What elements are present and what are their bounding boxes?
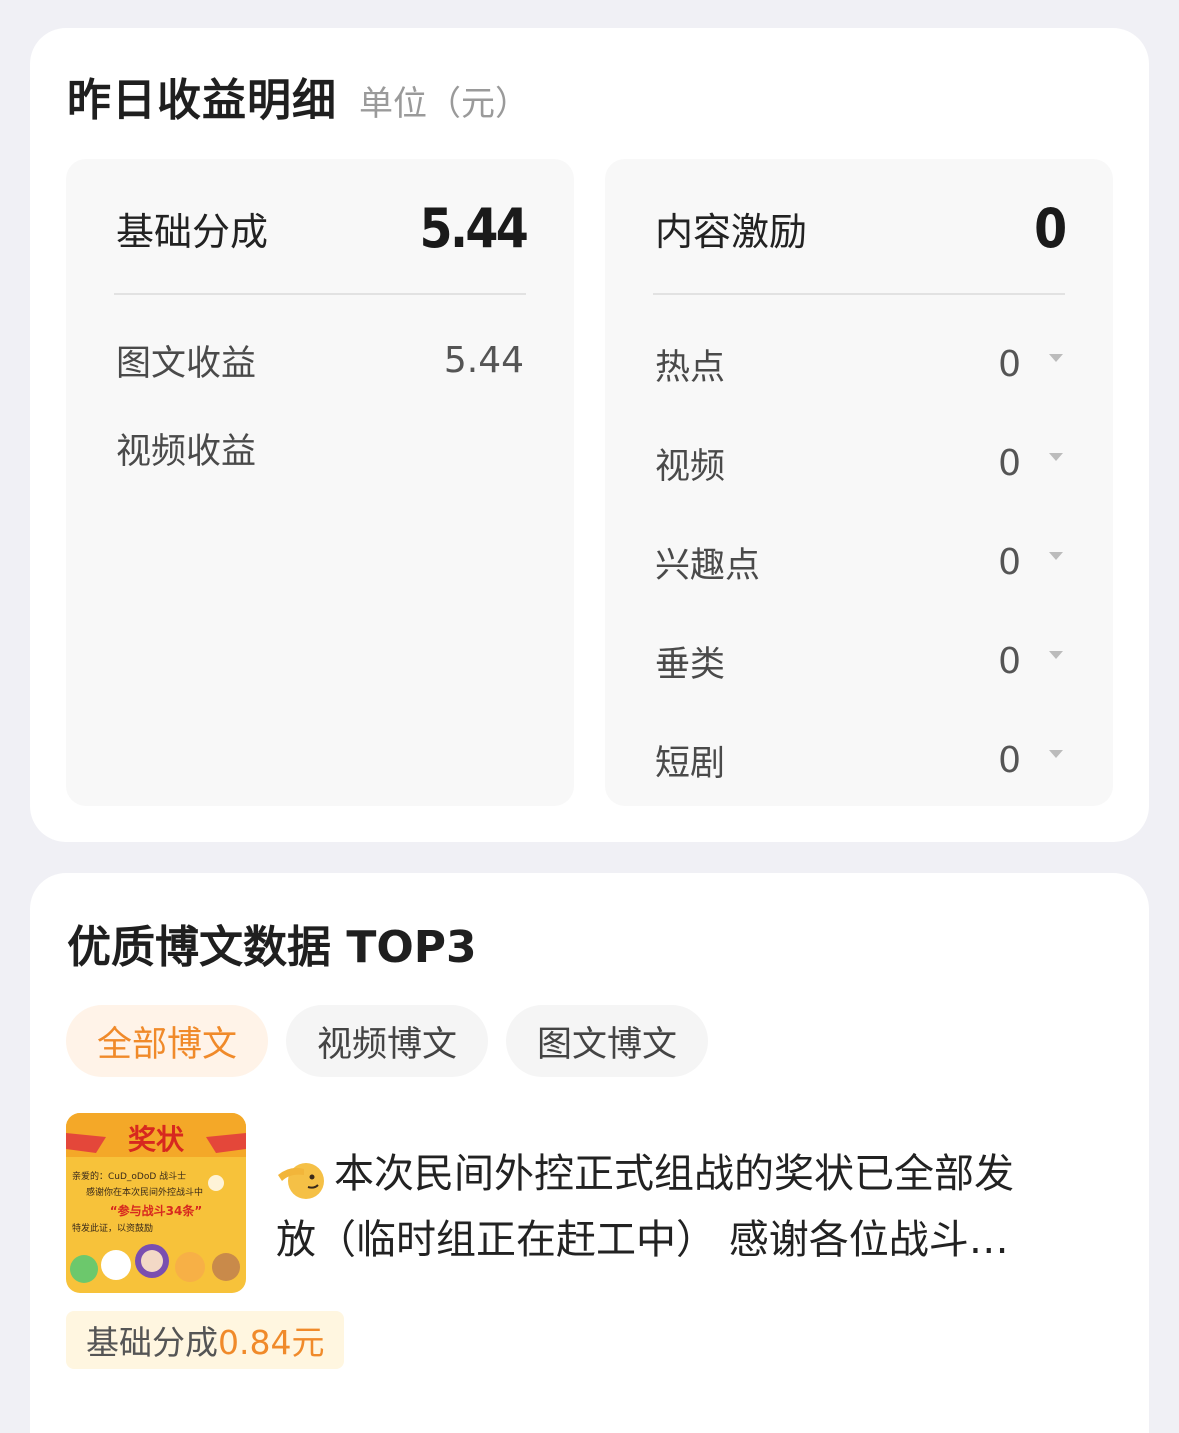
thumb-line2: 感谢你在本次民间外控战斗中 [86,1186,203,1198]
incentive-row-label: 垂类 [655,645,726,685]
incentive-row-value: 0 [998,344,1021,385]
base-share-header: 基础分成 5.44 [116,197,529,260]
incentive-row-value: 0 [998,641,1021,682]
incentive-row-label: 短剧 [655,744,726,784]
thumb-title: 奖状 [128,1123,185,1156]
incentive-row-value: 0 [998,443,1021,484]
incentive-row-label: 兴趣点 [655,546,761,586]
incentive-row-interest[interactable]: 兴趣点 0 [655,537,1063,588]
post-earnings-value: 0.84元 [218,1323,325,1362]
pointing-hand-icon [278,1163,324,1199]
post-title[interactable]: 本次民间外控正式组战的奖状已全部发 放（临时组正在赶工中） 感谢各位战斗… [276,1141,1116,1273]
earnings-title: 昨日收益明细 [67,75,337,126]
content-incentive-label: 内容激励 [655,210,808,254]
caret-down-icon[interactable] [1049,749,1063,758]
base-share-value: 5.44 [419,197,528,260]
image-text-earnings-row: 图文收益 5.44 [116,335,524,386]
video-earnings-label: 视频收益 [116,432,257,472]
certificate-thumbnail-image: 奖状 亲爱的：CuD_oDoD 战斗士 感谢你在本次民间外控战斗中 “参与战斗3… [66,1113,246,1293]
content-incentive-value: 0 [1034,197,1068,260]
caret-down-icon[interactable] [1049,650,1063,659]
post-title-line1: 本次民间外控正式组战的奖状已全部发 [276,1141,1014,1207]
tab-all-posts[interactable]: 全部博文 [66,1005,269,1077]
post-title-line2: 放（临时组正在赶工中） 感谢各位战斗… [276,1217,1009,1263]
divider [653,293,1065,295]
incentive-row-hotspot[interactable]: 热点 0 [655,339,1063,390]
top3-card: 优质博文数据 TOP3 全部博文 视频博文 图文博文 奖状 亲爱的：CuD_oD… [30,873,1149,1433]
incentive-row-value: 0 [998,740,1021,781]
post-type-tabs: 全部博文 视频博文 图文博文 [66,1005,709,1077]
incentive-row-vertical[interactable]: 垂类 0 [655,636,1063,687]
earnings-title-row: 昨日收益明细 单位（元） [67,64,529,128]
image-text-earnings-label: 图文收益 [116,344,257,384]
incentive-row-value: 0 [998,542,1021,583]
incentive-row-label: 视频 [655,447,726,487]
post-earnings-label: 基础分成 [86,1323,218,1362]
post-earnings-tag: 基础分成 0.84元 [66,1311,345,1369]
tab-image-text-posts[interactable]: 图文博文 [506,1005,709,1077]
post-thumbnail[interactable]: 奖状 亲爱的：CuD_oDoD 战斗士 感谢你在本次民间外控战斗中 “参与战斗3… [66,1113,246,1293]
unit-label: 单位（元） [359,84,529,124]
thumb-line4: 特发此证，以资鼓励 [72,1222,153,1234]
divider [114,293,526,295]
caret-down-icon[interactable] [1049,353,1063,362]
incentive-row-video[interactable]: 视频 0 [655,438,1063,489]
tab-video-posts[interactable]: 视频博文 [286,1005,489,1077]
thumb-line3: “参与战斗34条” [110,1203,202,1218]
video-earnings-row: 视频收益 [116,423,524,474]
content-incentive-panel: 内容激励 0 热点 0 视频 0 兴趣点 0 垂类 0 短剧 0 [605,159,1113,806]
content-incentive-header: 内容激励 0 [655,197,1068,260]
thumb-line1: 亲爱的：CuD_oDoD 战斗士 [72,1170,186,1182]
base-share-panel: 基础分成 5.44 图文收益 5.44 视频收益 [66,159,574,806]
caret-down-icon[interactable] [1049,452,1063,461]
incentive-row-label: 热点 [655,348,726,388]
top3-title: 优质博文数据 TOP3 [67,922,477,973]
base-share-label: 基础分成 [116,210,269,254]
earnings-card: 昨日收益明细 单位（元） 基础分成 5.44 图文收益 5.44 视频收益 内容… [30,28,1149,842]
incentive-row-short-drama[interactable]: 短剧 0 [655,735,1063,786]
caret-down-icon[interactable] [1049,551,1063,560]
image-text-earnings-value: 5.44 [443,340,524,381]
